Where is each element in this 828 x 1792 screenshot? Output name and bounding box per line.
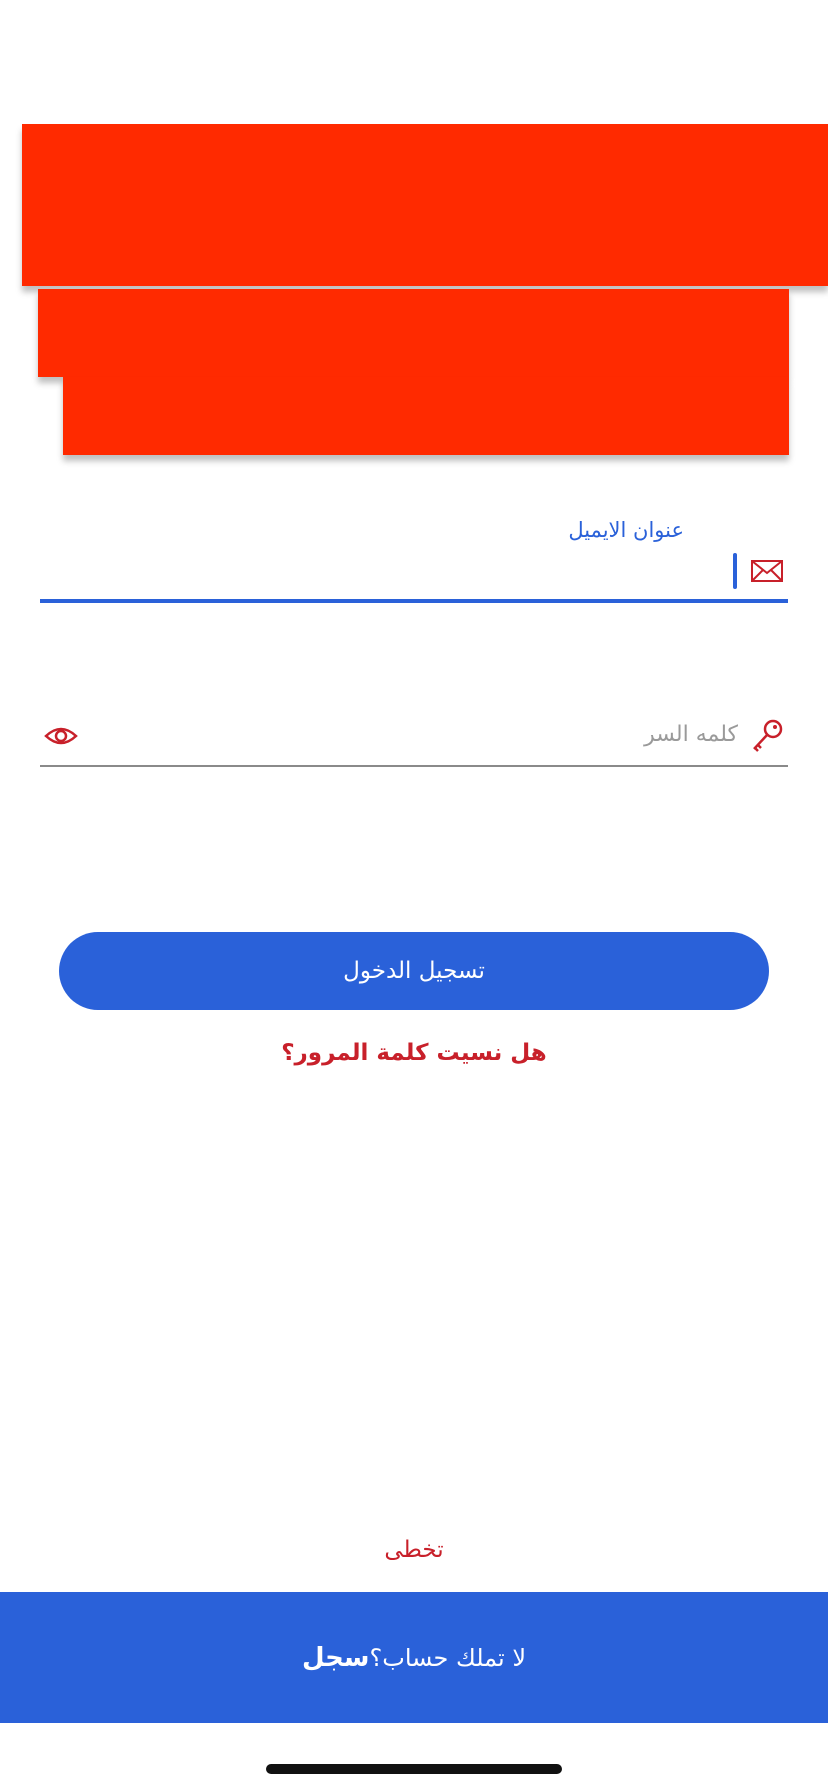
password-field-underline: [40, 765, 788, 767]
key-icon: [753, 719, 783, 752]
redacted-block-1: [22, 124, 828, 286]
home-indicator: [266, 1764, 562, 1774]
register-prompt: لا تملك حساب؟: [369, 1643, 527, 1672]
redacted-block-3: [63, 377, 789, 455]
email-field-underline: [40, 599, 788, 603]
eye-icon[interactable]: [44, 722, 78, 750]
forgot-password-link[interactable]: هل نسيت كلمة المرور؟: [0, 1040, 828, 1066]
email-field-label: عنوان الايميل: [568, 518, 684, 542]
redacted-block-2: [38, 289, 789, 377]
login-button[interactable]: تسجيل الدخول: [59, 932, 769, 1010]
register-bar[interactable]: لا تملك حساب؟ سجل: [0, 1592, 828, 1723]
envelope-icon: [751, 560, 783, 582]
text-cursor: [733, 553, 737, 589]
skip-link[interactable]: تخطى: [0, 1537, 828, 1563]
login-button-label: تسجيل الدخول: [343, 958, 485, 984]
password-field-placeholder: كلمه السر: [644, 722, 738, 747]
register-action[interactable]: سجل: [302, 1643, 370, 1673]
